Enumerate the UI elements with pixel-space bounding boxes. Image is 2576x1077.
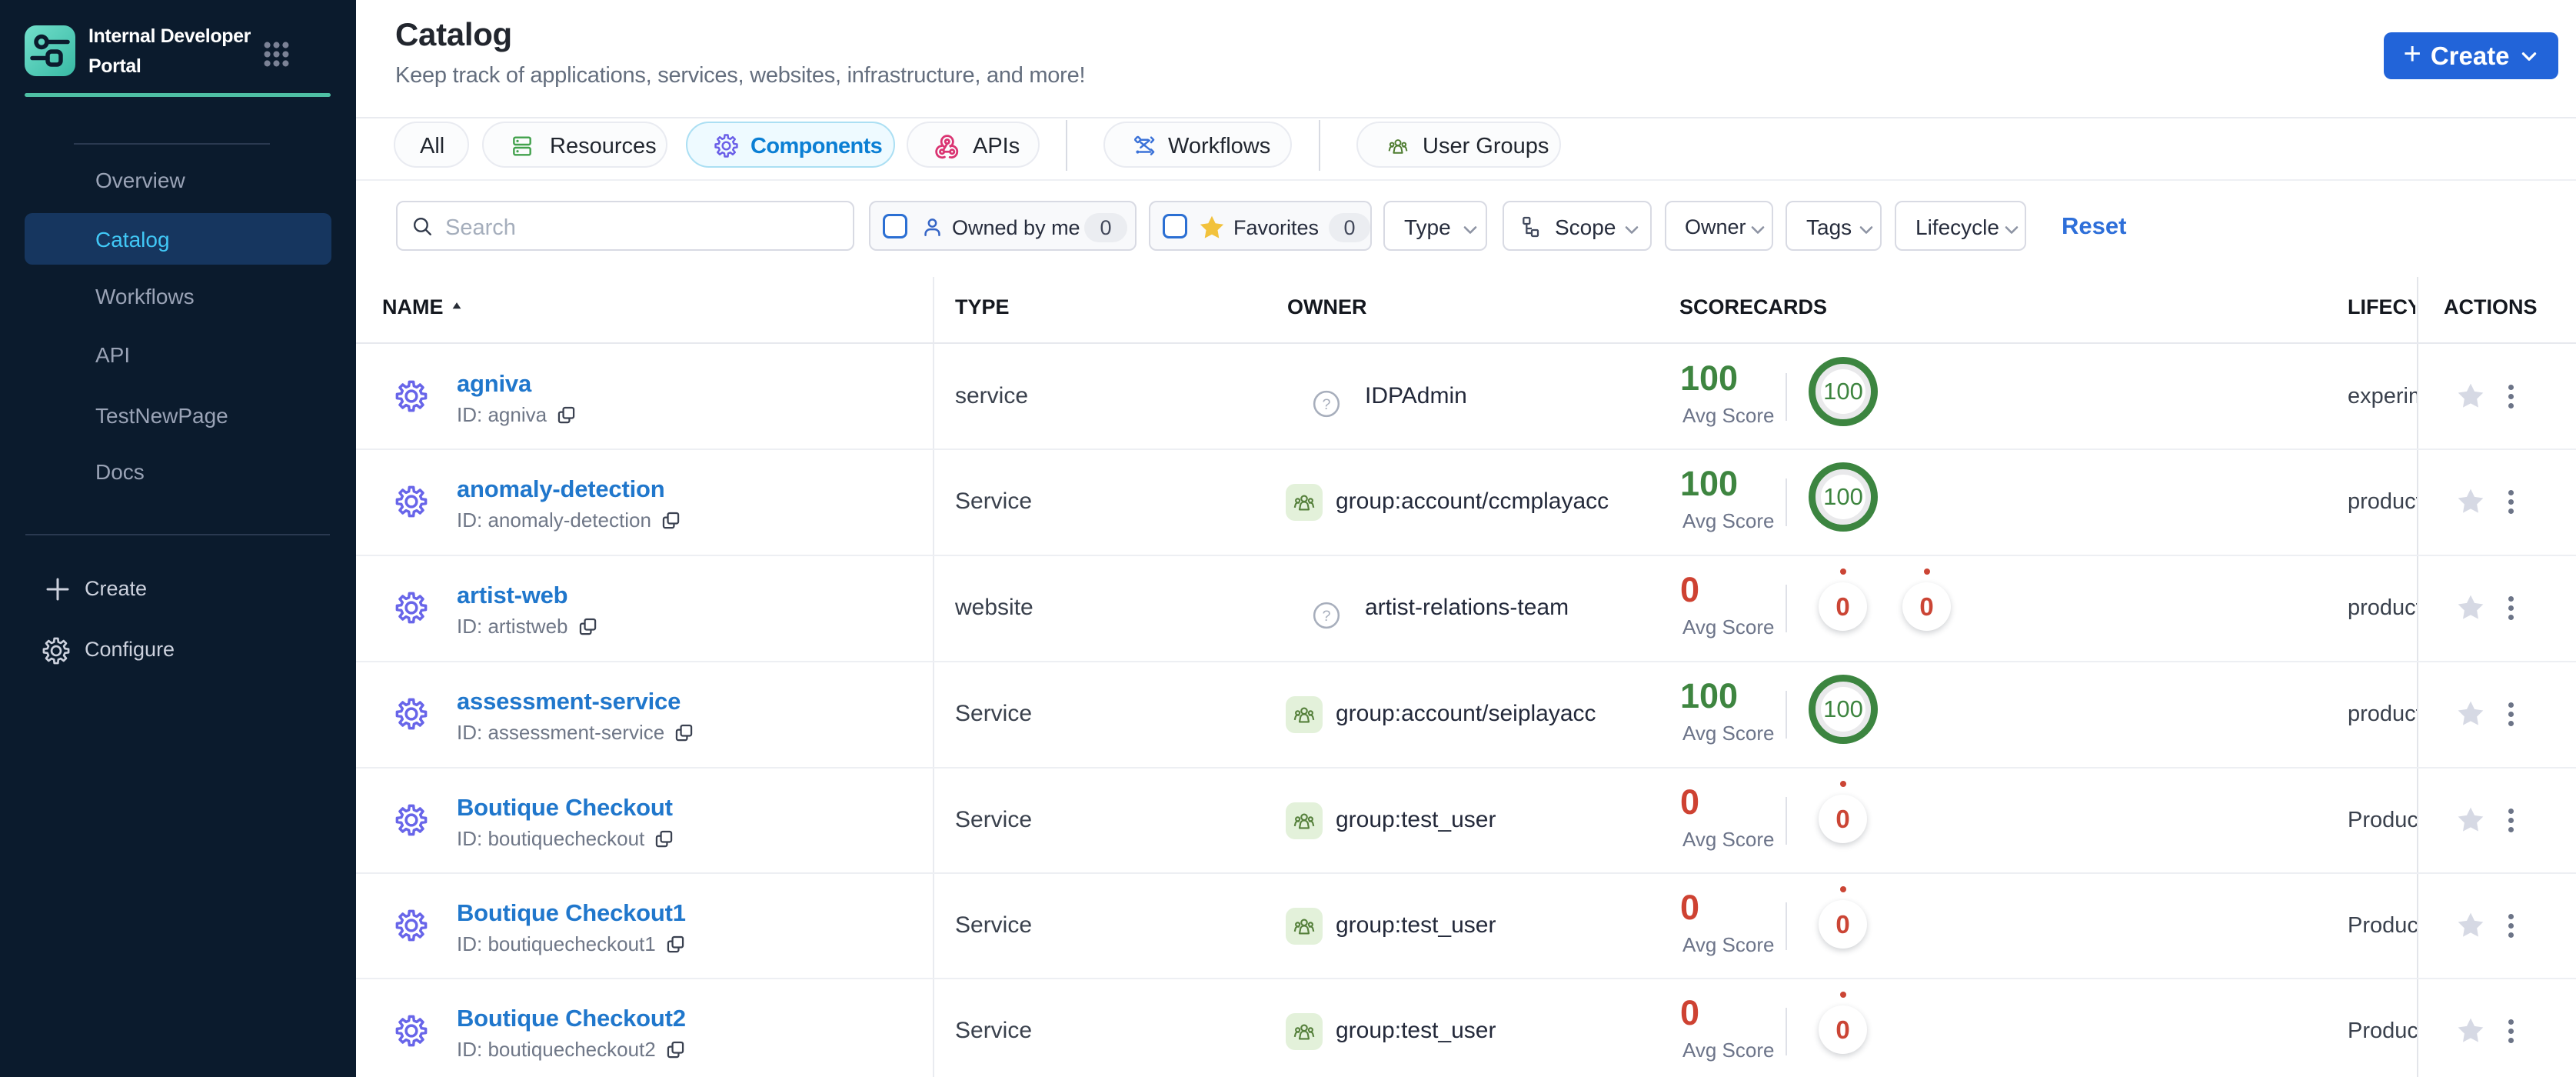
svg-text:?: ? [1322, 608, 1330, 625]
svg-text:?: ? [1322, 396, 1330, 413]
